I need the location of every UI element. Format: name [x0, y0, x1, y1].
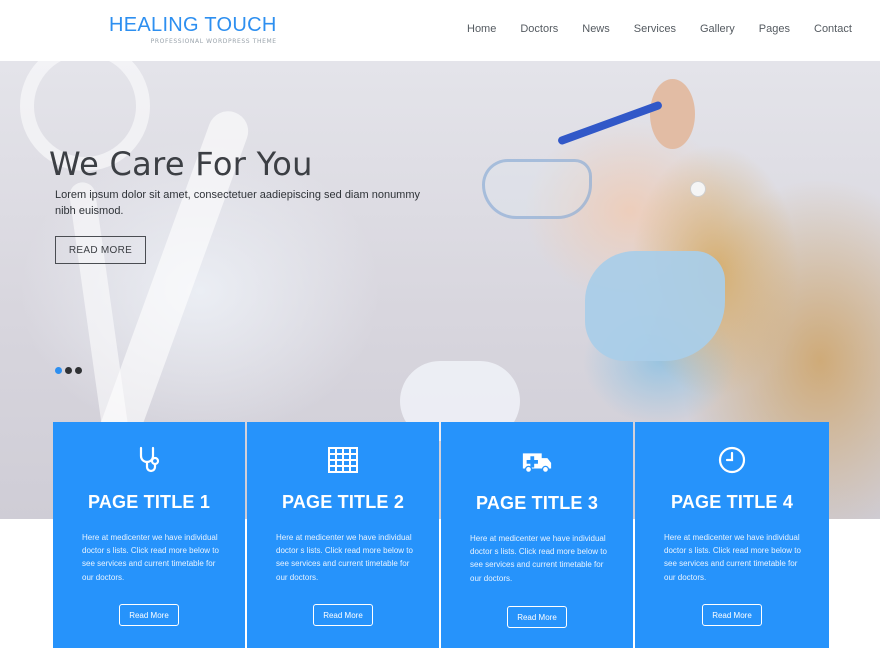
- service-card: PAGE TITLE 3 Here at medicenter we have …: [441, 422, 633, 648]
- card-read-more-button[interactable]: Read More: [507, 606, 567, 628]
- slider-dot[interactable]: [55, 367, 62, 374]
- hero-title: We Care For You: [49, 145, 313, 183]
- card-title: PAGE TITLE 3: [475, 493, 599, 513]
- nav-item-news[interactable]: News: [570, 23, 622, 36]
- card-title: PAGE TITLE 2: [281, 492, 405, 512]
- card-description: Here at medicenter we have individual do…: [82, 533, 219, 582]
- hero-photo-goggles: [482, 159, 592, 219]
- slider-dot[interactable]: [65, 367, 72, 374]
- service-cards: PAGE TITLE 1 Here at medicenter we have …: [53, 422, 829, 648]
- hero-photo-earring: [690, 181, 706, 197]
- logo-title: HEALING TOUCH: [109, 14, 277, 36]
- service-card: PAGE TITLE 2 Here at medicenter we have …: [247, 422, 439, 648]
- logo-subtitle: PROFESSIONAL WORDPRESS THEME: [150, 38, 277, 45]
- hero-photo-goggle-arm: [556, 100, 664, 146]
- card-title: PAGE TITLE 1: [87, 492, 211, 512]
- card-read-more-button[interactable]: Read More: [313, 604, 373, 626]
- nav-item-doctors[interactable]: Doctors: [508, 23, 570, 36]
- slider-pagination: [55, 367, 85, 374]
- card-description: Here at medicenter we have individual do…: [470, 534, 607, 583]
- hero-photo-mask: [585, 251, 725, 361]
- nav-item-pages[interactable]: Pages: [747, 23, 802, 36]
- hero-description: Lorem ipsum dolor sit amet, consectetuer…: [55, 189, 421, 217]
- service-card: PAGE TITLE 1 Here at medicenter we have …: [53, 422, 245, 648]
- stethoscope-icon: [133, 444, 165, 476]
- ambulance-icon: [521, 444, 553, 476]
- card-read-more-button[interactable]: Read More: [119, 604, 179, 626]
- read-more-button[interactable]: READ MORE: [55, 236, 146, 264]
- site-header: HEALING TOUCH PROFESSIONAL WORDPRESS THE…: [0, 0, 880, 61]
- hero-photo-ear: [650, 79, 695, 149]
- nav-item-contact[interactable]: Contact: [802, 23, 864, 36]
- service-card: PAGE TITLE 4 Here at medicenter we have …: [635, 422, 829, 648]
- slider-dot[interactable]: [75, 367, 82, 374]
- card-description: Here at medicenter we have individual do…: [276, 533, 413, 582]
- calendar-grid-icon: [327, 444, 359, 476]
- nav-item-services[interactable]: Services: [622, 23, 688, 36]
- nav-item-home[interactable]: Home: [455, 23, 508, 36]
- nav-item-gallery[interactable]: Gallery: [688, 23, 747, 36]
- card-description: Here at medicenter we have individual do…: [664, 533, 801, 582]
- main-navigation: Home Doctors News Services Gallery Pages…: [455, 23, 864, 36]
- site-logo[interactable]: HEALING TOUCH PROFESSIONAL WORDPRESS THE…: [109, 13, 277, 46]
- card-read-more-button[interactable]: Read More: [702, 604, 762, 626]
- card-title: PAGE TITLE 4: [670, 492, 794, 512]
- clock-icon: [716, 444, 748, 476]
